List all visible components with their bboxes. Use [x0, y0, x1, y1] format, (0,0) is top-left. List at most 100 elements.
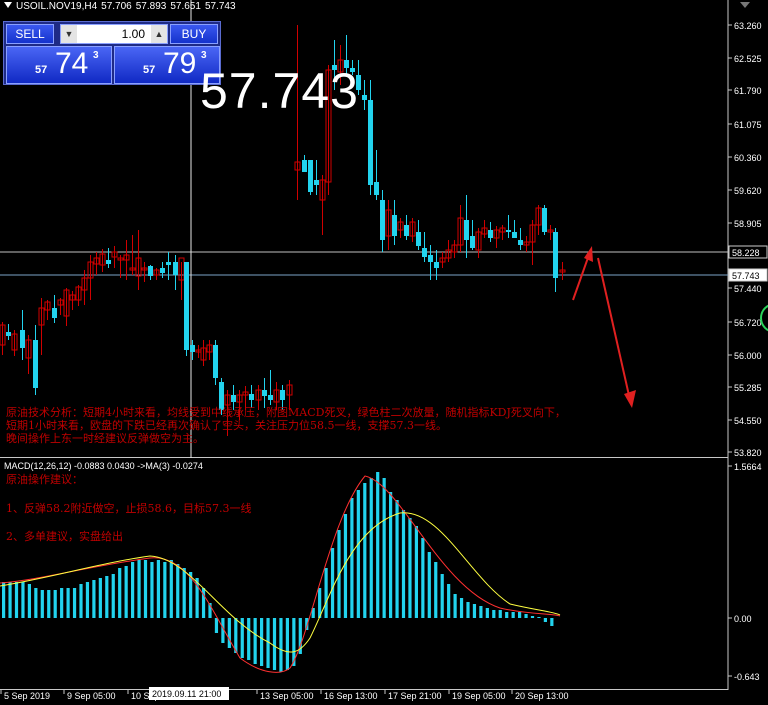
sell-button[interactable]: SELL — [6, 24, 54, 44]
candle-body-down — [184, 262, 189, 350]
histogram-bar — [434, 562, 438, 618]
histogram-bar — [72, 588, 77, 618]
buy-button[interactable]: BUY — [170, 24, 218, 44]
candle-body-down — [52, 308, 57, 318]
histogram-bar — [253, 618, 257, 664]
histogram-bar — [27, 584, 31, 618]
sell-price-pip: 3 — [93, 50, 99, 61]
histogram-bar — [479, 606, 483, 618]
candle-body-down — [368, 100, 373, 185]
lot-decrease-icon[interactable]: ▼ — [61, 25, 77, 43]
histogram-bar — [34, 588, 38, 618]
histogram-bar — [524, 614, 528, 618]
histogram-bar — [472, 604, 477, 618]
histogram-bar — [182, 568, 186, 618]
histogram-bar — [131, 562, 135, 618]
price-tick-label: 59.620 — [734, 186, 762, 196]
lot-increase-icon[interactable]: ▲ — [151, 25, 167, 43]
histogram-bar — [92, 580, 96, 618]
histogram-bar — [408, 518, 412, 618]
candle-body-down — [404, 225, 409, 236]
candle-body-down — [553, 232, 558, 278]
histogram-bar — [395, 500, 399, 618]
candle-body-down — [374, 182, 379, 195]
advice-item-2: 2、多单建议，实盘给出 — [6, 530, 123, 543]
current-price-label: 57.743 — [732, 271, 760, 281]
histogram-bar — [440, 574, 444, 618]
price-tick-label: 58.905 — [734, 219, 762, 229]
histogram-bar — [421, 538, 425, 618]
arrow-head-up-icon — [584, 246, 593, 262]
candle-body-down — [380, 200, 385, 240]
price-tick-label: 54.550 — [734, 416, 762, 426]
histogram-bar — [8, 582, 12, 618]
histogram-bar — [447, 584, 451, 618]
analysis-line-2: 短期1小时来看，欧盘的下跌已经再次确认了空头，关注压力位58.5一线，支撑57.… — [6, 419, 447, 432]
crosshair-time-label: 2019.09.11 21:00 — [152, 689, 221, 699]
symbol-timeframe: USOIL.NOV19,H4 — [16, 1, 98, 12]
time-tick-label: 19 Sep 05:00 — [452, 691, 506, 701]
scroll-indicator-icon — [740, 2, 750, 8]
macd-tick-label: 1.5664 — [734, 462, 762, 472]
histogram-bar — [137, 560, 141, 618]
resistance-price-label: 58.228 — [732, 248, 760, 258]
histogram-bar — [272, 618, 277, 670]
time-tick-label: 9 Sep 05:00 — [67, 691, 116, 701]
candle-body-down — [314, 180, 319, 185]
chart-symbol-header: USOIL.NOV19,H4 57.706 57.893 57.651 57.743 — [4, 1, 240, 12]
histogram-bar — [459, 598, 464, 618]
triangle-down-icon — [4, 2, 12, 8]
histogram-bar — [505, 612, 509, 618]
candle-body-down — [268, 395, 273, 400]
histogram-bar — [453, 594, 457, 618]
big-current-price: 57.743 — [200, 63, 359, 119]
histogram-bar — [414, 526, 418, 618]
histogram-bar — [176, 564, 180, 618]
candle-body-down — [416, 232, 421, 246]
histogram-bar — [543, 618, 547, 622]
histogram-bar — [47, 590, 51, 618]
histogram-bar — [79, 584, 83, 618]
lot-size-input[interactable]: ▼ 1.00 ▲ — [60, 24, 168, 44]
candle-body-down — [308, 160, 313, 192]
ohlc-high: 57.893 — [135, 1, 167, 12]
histogram-bar — [53, 590, 57, 618]
advice-item-1: 1、反弹58.2附近做空，止损58.6，目标57.3一线 — [6, 502, 252, 515]
candle-body-down — [20, 330, 25, 348]
histogram-bar — [324, 568, 328, 618]
ohlc-close: 57.743 — [204, 1, 236, 12]
histogram-bar — [511, 612, 515, 618]
price-tick-label: 61.790 — [734, 86, 762, 96]
price-tick-label: 56.000 — [734, 351, 762, 361]
histogram-bar — [330, 548, 335, 618]
candle-body-down — [280, 390, 285, 400]
histogram-bar — [363, 483, 367, 618]
one-click-trading-panel: SELL ▼ 1.00 ▲ BUY 57 74 3 57 79 3 — [3, 21, 221, 85]
histogram-bar — [492, 610, 496, 618]
histogram-bar — [369, 478, 373, 618]
histogram-bar — [105, 576, 109, 618]
analysis-text: 原油技术分析：短期4小时来看，均线受到中线承压，附图MACD死叉，绿色柱二次放量… — [6, 406, 696, 445]
candle-body-down — [33, 340, 38, 388]
candle-body-down — [428, 255, 433, 262]
candle-body-down — [231, 395, 236, 402]
time-tick-label: 20 Sep 13:00 — [515, 691, 569, 701]
price-tick-label: 61.075 — [734, 120, 762, 130]
histogram-bar — [169, 560, 173, 618]
histogram-bar — [111, 574, 115, 618]
candle-body-down — [362, 95, 367, 100]
histogram-bar — [427, 552, 431, 618]
candle-body-down — [160, 268, 165, 273]
histogram-bar — [150, 562, 154, 618]
histogram-bar — [98, 578, 102, 618]
histogram-bar — [143, 560, 148, 618]
price-tick-label: 55.285 — [734, 383, 762, 393]
candle-body-down — [488, 230, 493, 238]
sell-price-button[interactable]: 57 74 3 — [6, 46, 112, 84]
price-tick-label: 63.260 — [734, 21, 762, 31]
candle-body-down — [518, 240, 523, 245]
histogram-bar — [14, 582, 19, 618]
histogram-bar — [247, 618, 251, 660]
candle-body-down — [434, 262, 439, 268]
histogram-bar — [60, 588, 64, 618]
